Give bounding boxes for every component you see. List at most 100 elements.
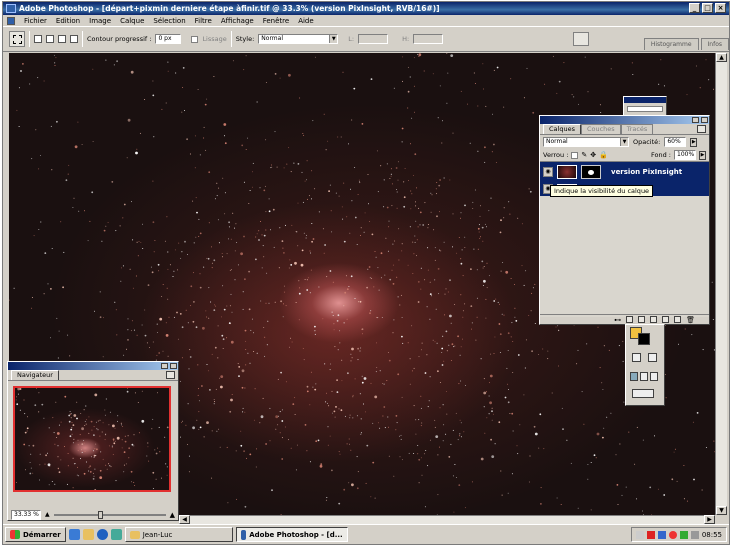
marquee-tool-preset-icon[interactable]	[9, 31, 25, 47]
taskbar: Démarrer Jean-Luc Adobe Photoshop - [d..…	[3, 524, 729, 544]
scroll-right-button[interactable]: ▶	[704, 515, 715, 524]
layer-style-icon[interactable]	[626, 316, 634, 323]
menu-aide[interactable]: Aide	[298, 17, 313, 25]
opacity-input[interactable]: 60%	[664, 137, 687, 147]
panel-menu-icon[interactable]	[697, 125, 706, 133]
link-icon[interactable]: ⊷	[614, 316, 621, 324]
panel-menu-icon[interactable]	[166, 371, 175, 379]
navigator-preview[interactable]	[13, 386, 171, 492]
volume-icon[interactable]	[690, 530, 699, 539]
tab-info[interactable]: Infos	[700, 38, 729, 50]
brushes-palette-icon[interactable]	[573, 32, 589, 46]
zoom-slider[interactable]	[53, 510, 166, 519]
vertical-scrollbar[interactable]: ▲ ▼	[715, 53, 727, 515]
tray-icon[interactable]	[657, 530, 666, 539]
star	[54, 65, 56, 66]
lock-paint-icon[interactable]: ✎	[581, 151, 587, 159]
menu-selection[interactable]: Sélection	[153, 17, 185, 25]
zoom-input[interactable]: 33.33 %	[11, 509, 41, 520]
star	[40, 155, 41, 156]
fill-arrow-icon[interactable]: ▶	[699, 150, 706, 160]
new-selection-icon[interactable]	[34, 35, 42, 43]
feather-input[interactable]: 0 px	[155, 34, 182, 44]
menu-edition[interactable]: Edition	[56, 17, 80, 25]
menu-calque[interactable]: Calque	[120, 17, 144, 25]
tab-paths[interactable]: Tracés	[620, 124, 654, 134]
zoom-slider-thumb[interactable]	[98, 510, 104, 519]
panel-close-button[interactable]	[701, 117, 708, 123]
star	[92, 68, 94, 70]
quick-mask-icon[interactable]	[648, 353, 657, 362]
tray-icon[interactable]	[635, 530, 644, 539]
scroll-left-button[interactable]: ◀	[179, 515, 190, 524]
intersect-selection-icon[interactable]	[70, 35, 78, 43]
zoom-in-icon[interactable]: ▲	[170, 511, 175, 519]
standard-mode-icon[interactable]	[632, 353, 641, 362]
document-icon[interactable]	[7, 16, 15, 25]
zoom-out-icon[interactable]: ▲	[45, 511, 50, 518]
minimize-button[interactable]: _	[689, 3, 700, 13]
star	[490, 197, 492, 199]
explorer-icon[interactable]	[82, 529, 94, 540]
quicklaunch-icon[interactable]	[110, 529, 122, 540]
task-jean-luc[interactable]: Jean-Luc	[124, 527, 233, 542]
layer-row-pixinsight[interactable]: ◉ version PixInsight	[540, 162, 709, 182]
tab-channels[interactable]: Couches	[580, 124, 621, 134]
star	[259, 187, 261, 189]
horizontal-scrollbar[interactable]: ◀ ▶	[179, 515, 715, 524]
panel-minimize-button[interactable]	[161, 363, 168, 369]
star	[318, 211, 320, 213]
panel-close-button[interactable]	[170, 363, 177, 369]
fill-input[interactable]: 100%	[674, 150, 696, 160]
star	[265, 211, 267, 213]
star	[133, 445, 135, 447]
lock-all-icon[interactable]: 🔒	[599, 151, 608, 159]
subtract-selection-icon[interactable]	[58, 35, 66, 43]
task-photoshop[interactable]: Adobe Photoshop - [d...	[235, 527, 348, 542]
menu-fichier[interactable]: Fichier	[24, 17, 47, 25]
antivirus-icon[interactable]	[646, 530, 655, 539]
tab-histogram[interactable]: Histogramme	[643, 38, 699, 50]
layer-visibility-eye-icon[interactable]: ◉	[543, 167, 553, 177]
layer-mask-thumbnail[interactable]	[581, 165, 601, 179]
height-input[interactable]	[413, 34, 444, 44]
start-button[interactable]: Démarrer	[5, 527, 66, 542]
tab-layers[interactable]: Calques	[543, 124, 581, 134]
lock-transparency-icon[interactable]	[571, 151, 579, 159]
scroll-down-button[interactable]: ▼	[716, 506, 727, 515]
background-color-swatch[interactable]	[638, 333, 650, 345]
internet-explorer-icon[interactable]	[96, 529, 108, 540]
security-icon[interactable]	[668, 530, 677, 539]
jump-to-imageready-icon[interactable]	[632, 389, 654, 398]
tab-navigator[interactable]: Navigateur	[11, 370, 59, 380]
star	[418, 53, 422, 57]
width-input[interactable]	[358, 34, 389, 44]
antialias-checkbox[interactable]	[191, 35, 199, 43]
network-icon[interactable]	[679, 530, 688, 539]
menu-filtre[interactable]: Filtre	[195, 17, 212, 25]
close-button[interactable]: ×	[715, 3, 726, 13]
menu-image[interactable]: Image	[89, 17, 111, 25]
opacity-arrow-icon[interactable]: ▶	[690, 137, 698, 147]
menu-fenetre[interactable]: Fenêtre	[263, 17, 289, 25]
screen-mode-full-menu-icon[interactable]	[640, 372, 648, 381]
maximize-button[interactable]: □	[702, 3, 713, 13]
screen-mode-full-icon[interactable]	[650, 372, 658, 381]
blend-mode-select[interactable]: Normal ▼	[543, 137, 629, 147]
color-swatch[interactable]	[627, 106, 663, 112]
add-mask-icon[interactable]	[638, 316, 646, 323]
new-layer-icon[interactable]	[674, 316, 682, 323]
screen-mode-standard-icon[interactable]	[630, 372, 638, 381]
adjustment-layer-icon[interactable]	[662, 316, 670, 323]
add-selection-icon[interactable]	[46, 35, 54, 43]
menu-affichage[interactable]: Affichage	[221, 17, 254, 25]
new-set-icon[interactable]	[650, 316, 658, 323]
lock-move-icon[interactable]: ✥	[590, 151, 596, 159]
style-select[interactable]: Normal ▼	[258, 34, 339, 44]
trash-icon[interactable]: 🗑	[686, 316, 695, 324]
panel-minimize-button[interactable]	[692, 117, 699, 123]
star	[205, 149, 207, 151]
desktop-icon[interactable]	[68, 529, 80, 540]
scroll-up-button[interactable]: ▲	[716, 53, 727, 62]
star	[486, 226, 487, 228]
